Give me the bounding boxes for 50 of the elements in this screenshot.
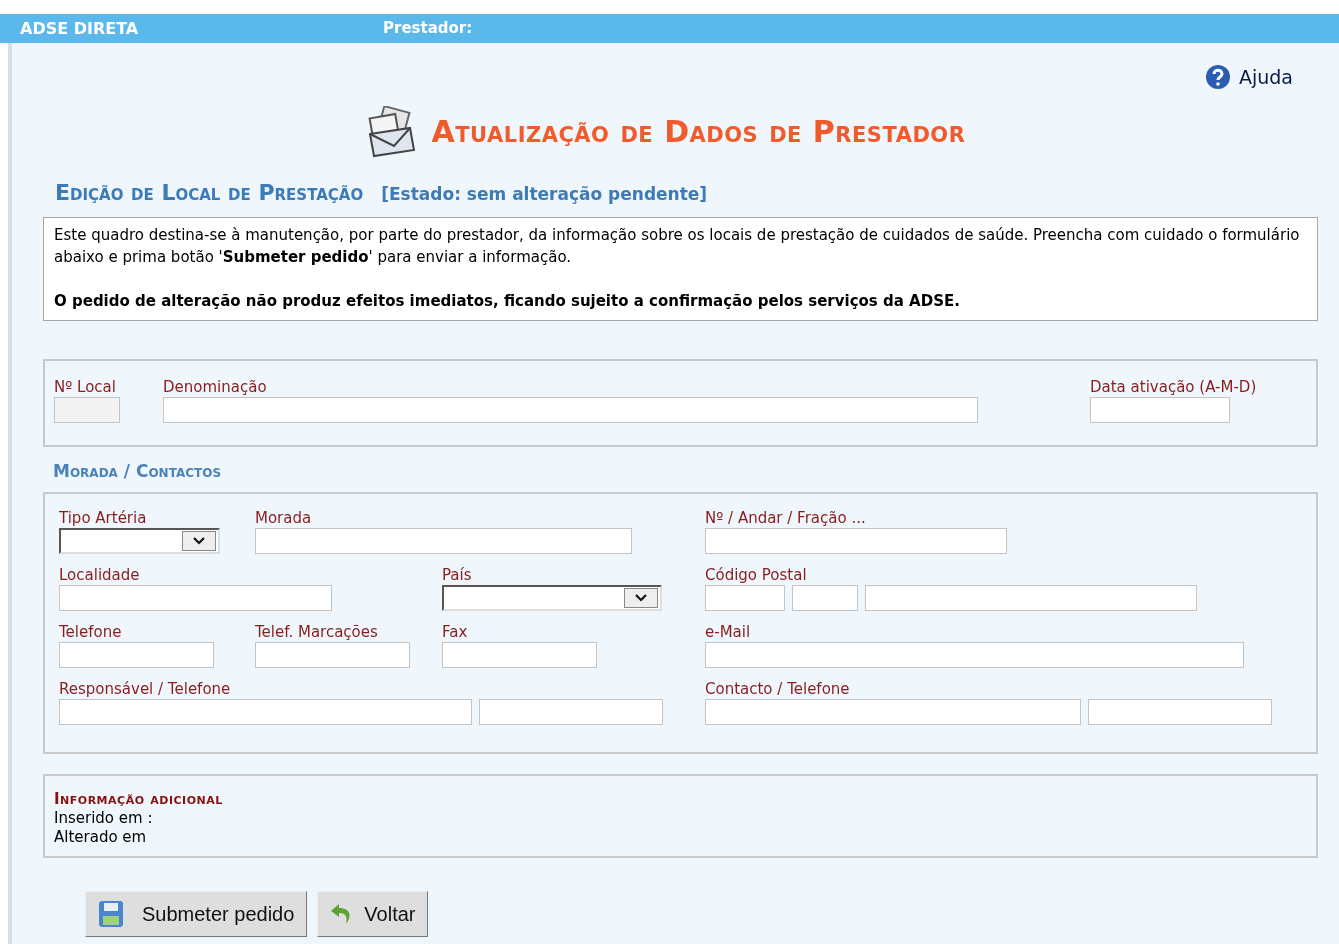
- notice-warning: O pedido de alteração não produz efeitos imediatos, ficando sujeito a confirmação pelos serviços da ADSE.: [54, 290, 961, 312]
- info-line: Inserido em :: [54, 809, 154, 828]
- input-field[interactable]: [59, 699, 472, 725]
- input-field[interactable]: [442, 642, 597, 668]
- field-label: País: [442, 565, 473, 585]
- dropdown-field[interactable]: [442, 585, 662, 611]
- info-line: Alterado em: [54, 828, 148, 847]
- page-title: Atualização de Dados de Prestador: [431, 113, 966, 151]
- field-label: Morada: [255, 508, 313, 528]
- input-field[interactable]: [865, 585, 1197, 611]
- additional-info-title: Informação adicional: [54, 790, 224, 809]
- input-field[interactable]: [705, 642, 1244, 668]
- field-label: Tipo Artéria: [59, 508, 148, 528]
- help-icon: [1204, 64, 1231, 91]
- field-label: Telef. Marcações: [255, 622, 379, 642]
- help-link[interactable]: Ajuda: [1204, 63, 1293, 92]
- input-field[interactable]: [792, 585, 858, 611]
- field-label: Denominação: [163, 376, 268, 397]
- input-field[interactable]: [705, 585, 785, 611]
- field-label: Data ativação (A-M-D): [1090, 376, 1257, 397]
- chevron-down-icon: [624, 588, 658, 608]
- status-label: [Estado: sem alteração pendente]: [381, 182, 708, 206]
- action-button[interactable]: Submeter pedido: [85, 891, 308, 937]
- input-field[interactable]: [1088, 699, 1272, 725]
- field-label: e-Mail: [705, 622, 752, 642]
- field-label: Nº / Andar / Fração ...: [705, 508, 867, 528]
- field-label: Localidade: [59, 565, 141, 585]
- input-field[interactable]: [255, 528, 632, 554]
- input-field[interactable]: [59, 642, 214, 668]
- chevron-down-icon: [182, 531, 216, 551]
- input-field[interactable]: [163, 396, 978, 423]
- field-label: Fax: [442, 622, 469, 642]
- app-name: ADSE DIRETA: [20, 17, 140, 40]
- field-label: Código Postal: [705, 565, 808, 585]
- input-field[interactable]: [705, 699, 1081, 725]
- section-title: Edição de Local de Prestação: [55, 178, 364, 207]
- input-field[interactable]: [705, 528, 1007, 554]
- field-label: Responsável / Telefone: [59, 679, 232, 699]
- action-button[interactable]: Voltar: [317, 891, 429, 937]
- input-field[interactable]: [59, 585, 332, 611]
- input-field[interactable]: [255, 642, 410, 668]
- input-field[interactable]: [479, 699, 663, 725]
- notice-text: Este quadro destina-se à manutenção, por parte do prestador, da informação sobre os locais de prestação de cuidados de saúde. Preencha com cuidado o formulário abaixo e prima botão 'Submeter pedido' para enviar a informação.: [54, 224, 1301, 268]
- field-label: Nº Local: [54, 376, 117, 397]
- provider-label: Prestador:: [383, 18, 473, 40]
- input-field[interactable]: [1090, 396, 1230, 423]
- dropdown-field[interactable]: [59, 528, 220, 554]
- field-label: Contacto / Telefone: [705, 679, 851, 699]
- field-label: Telefone: [59, 622, 123, 642]
- address-title: Morada / Contactos: [52, 459, 223, 483]
